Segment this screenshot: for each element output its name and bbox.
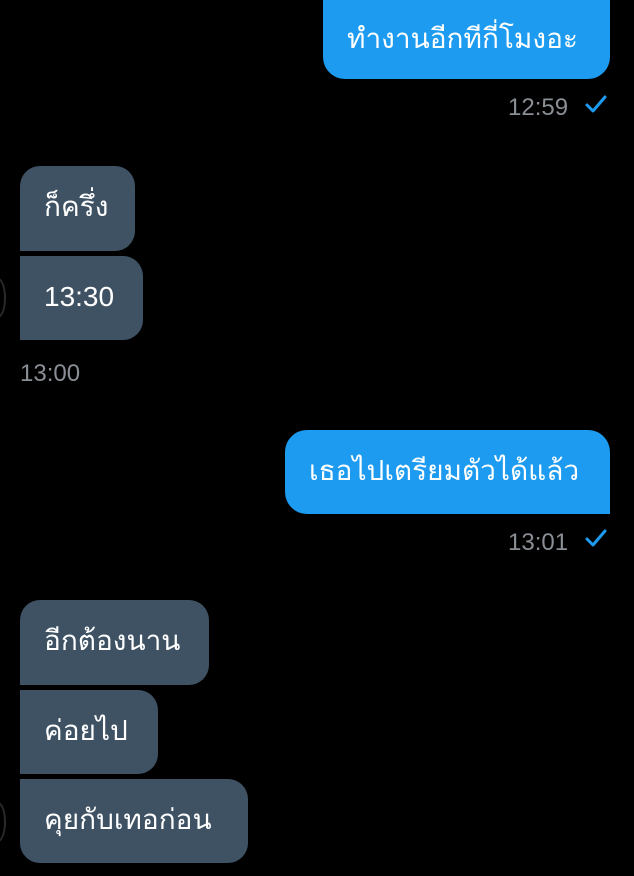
- incoming-message-bubble[interactable]: 13:30: [20, 256, 143, 340]
- avatar[interactable]: [0, 278, 6, 318]
- incoming-message-bubble[interactable]: อีกต้องนาน: [20, 600, 209, 685]
- message-text: ค่อยไป: [44, 714, 128, 747]
- message-text: เธอไปเตรียมตัวได้แล้ว: [309, 454, 580, 487]
- message-text: คุยกับเทอก่อน: [44, 803, 212, 836]
- message-timestamp: 13:01: [508, 529, 569, 556]
- message-timestamp: 12:59: [508, 94, 569, 121]
- sent-check-icon: [585, 529, 607, 547]
- incoming-message-bubble[interactable]: ก็ครึ่ง: [20, 166, 135, 251]
- message-timestamp: 13:00: [20, 360, 81, 387]
- message-text: ก็ครึ่ง: [44, 190, 109, 223]
- message-text: อีกต้องนาน: [44, 624, 181, 657]
- incoming-message-bubble[interactable]: ค่อยไป: [20, 690, 158, 774]
- outgoing-message-bubble[interactable]: เธอไปเตรียมตัวได้แล้ว: [285, 430, 610, 514]
- incoming-message-bubble[interactable]: คุยกับเทอก่อน: [20, 779, 248, 863]
- sent-check-icon: [585, 95, 607, 113]
- message-text: 13:30: [44, 281, 115, 312]
- message-text: ทำงานอีกทีกี่โมงอะ: [347, 22, 578, 55]
- outgoing-message-bubble[interactable]: ทำงานอีกทีกี่โมงอะ: [323, 0, 610, 79]
- avatar[interactable]: [0, 802, 6, 842]
